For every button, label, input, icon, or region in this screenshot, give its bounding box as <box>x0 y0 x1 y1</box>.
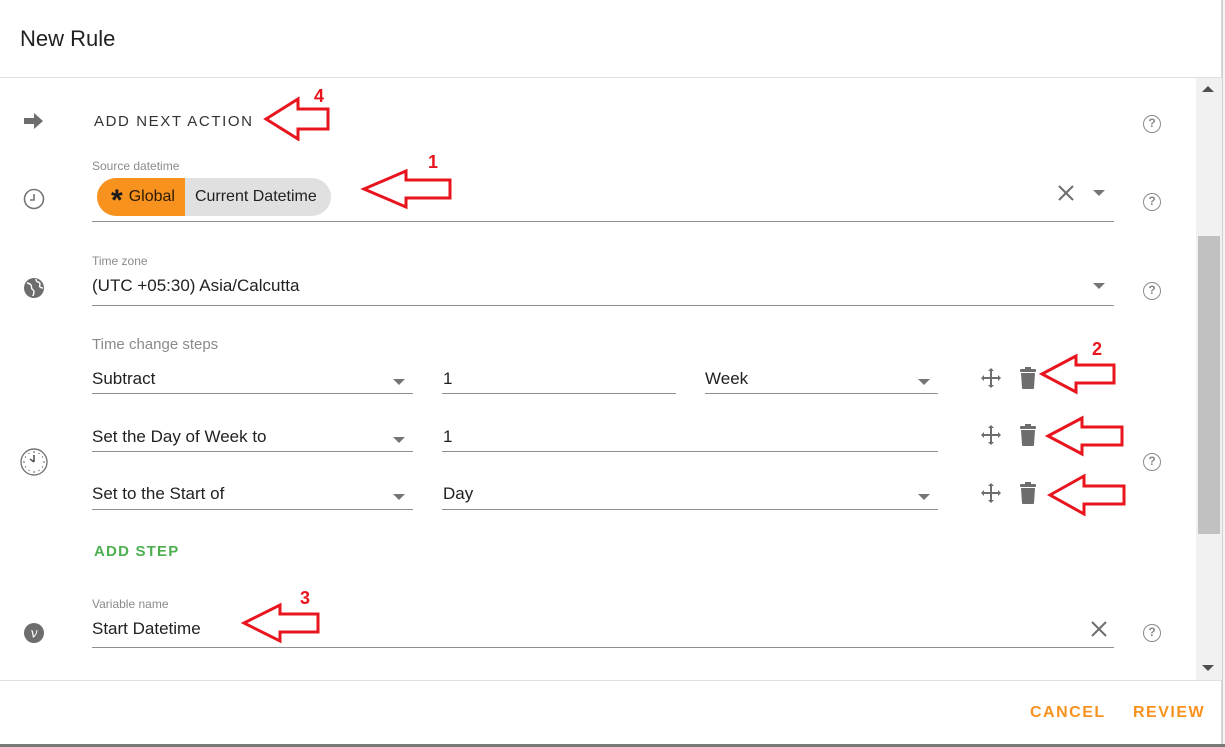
delete-step-icon[interactable] <box>1015 365 1041 391</box>
review-button[interactable]: REVIEW <box>1133 704 1205 722</box>
annotation-number: 1 <box>428 152 439 172</box>
source-dropdown-caret-icon[interactable] <box>1093 190 1105 196</box>
clock-face-icon <box>19 447 49 477</box>
globe-icon <box>22 276 46 300</box>
step-unit-caret-icon[interactable] <box>918 379 930 385</box>
clear-source-icon[interactable] <box>1056 183 1076 203</box>
variable-name-label: Variable name <box>92 597 169 611</box>
arrow-right-icon <box>22 109 46 133</box>
help-circle-icon[interactable]: ? <box>1143 624 1161 642</box>
chip-scope: * Global <box>97 178 185 216</box>
variable-icon: v <box>22 621 46 645</box>
source-datetime-chip[interactable]: * Global Current Datetime <box>97 178 331 216</box>
clock-icon <box>22 187 46 211</box>
clear-variable-icon[interactable] <box>1089 619 1109 639</box>
step-operation-caret-icon[interactable] <box>393 437 405 443</box>
delete-step-icon[interactable] <box>1015 422 1041 448</box>
add-next-action-button[interactable]: ADD NEXT ACTION <box>94 113 254 130</box>
annotation-number: 3 <box>300 588 311 608</box>
svg-text:v: v <box>30 627 38 642</box>
drag-handle-icon[interactable] <box>978 422 1004 448</box>
step-operation-select[interactable]: Set to the Start of <box>92 484 224 504</box>
source-datetime-underline <box>92 221 1114 222</box>
step-amount-underline <box>442 393 676 394</box>
step-unit-select[interactable]: Week <box>705 369 748 389</box>
dialog-title: New Rule <box>20 26 116 51</box>
time-change-steps-label: Time change steps <box>92 336 219 353</box>
step-operation-underline <box>92 451 413 452</box>
help-circle-icon[interactable]: ? <box>1143 453 1161 471</box>
time-zone-caret-icon[interactable] <box>1093 283 1105 289</box>
step-unit-underline <box>442 509 938 510</box>
help-circle-icon[interactable]: ? <box>1143 115 1161 133</box>
add-step-button[interactable]: ADD STEP <box>94 543 179 560</box>
chip-scope-label: Global <box>128 188 175 205</box>
variable-name-underline <box>92 647 1114 648</box>
source-datetime-label: Source datetime <box>92 159 180 173</box>
step-operation-caret-icon[interactable] <box>393 379 405 385</box>
time-zone-label: Time zone <box>92 254 148 268</box>
step-operation-underline <box>92 509 413 510</box>
help-circle-icon[interactable]: ? <box>1143 282 1161 300</box>
step-value-input[interactable]: 1 <box>443 427 452 447</box>
time-zone-select[interactable]: (UTC +05:30) Asia/Calcutta <box>92 276 299 296</box>
time-zone-underline <box>92 305 1114 306</box>
drag-handle-icon[interactable] <box>978 480 1004 506</box>
scrollbar-thumb[interactable] <box>1198 236 1220 534</box>
step-operation-select[interactable]: Subtract <box>92 369 155 389</box>
scroll-up-arrow-icon[interactable] <box>1202 86 1214 92</box>
cancel-button[interactable]: CANCEL <box>1030 704 1106 722</box>
footer-divider <box>0 680 1222 681</box>
delete-step-icon[interactable] <box>1015 480 1041 506</box>
step-unit-select[interactable]: Day <box>443 484 473 504</box>
step-value-underline <box>442 451 938 452</box>
step-unit-underline <box>705 393 938 394</box>
chip-value: Current Datetime <box>184 178 331 216</box>
step-amount-input[interactable]: 1 <box>443 369 452 389</box>
step-operation-underline <box>92 393 413 394</box>
new-rule-dialog: New Rule ADD NEXT ACTION ? Source dateti… <box>0 0 1222 745</box>
annotation-number: 2 <box>1092 339 1103 359</box>
step-unit-caret-icon[interactable] <box>918 494 930 500</box>
annotation-number: 4 <box>314 86 325 106</box>
variable-name-input[interactable]: Start Datetime <box>92 619 201 639</box>
drag-handle-icon[interactable] <box>978 365 1004 391</box>
step-operation-select[interactable]: Set the Day of Week to <box>92 427 267 447</box>
vertical-scrollbar[interactable] <box>1196 78 1222 680</box>
header-divider <box>0 77 1222 78</box>
scroll-down-arrow-icon[interactable] <box>1202 665 1214 671</box>
asterisk-icon: * <box>111 184 123 216</box>
step-operation-caret-icon[interactable] <box>393 494 405 500</box>
help-circle-icon[interactable]: ? <box>1143 193 1161 211</box>
